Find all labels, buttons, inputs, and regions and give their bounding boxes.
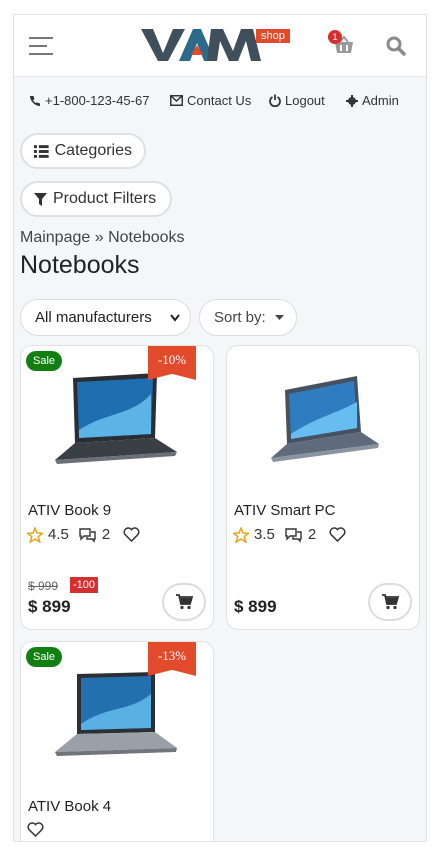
info-bar: +1-800-123-45-67 Contact Us Logout Admin	[29, 93, 419, 113]
rating-row: 4.5 2	[27, 526, 140, 543]
old-price: $ 999	[28, 579, 59, 593]
product-card[interactable]: Sale -10% ATIV Book 9 4.5 2 $ 999 -100 $…	[20, 345, 214, 630]
sort-label: Sort by:	[214, 309, 266, 326]
product-filters-button[interactable]: Product Filters	[20, 181, 172, 217]
cart-icon[interactable]: 1	[328, 30, 356, 57]
filter-icon	[34, 192, 47, 206]
comments-icon	[285, 527, 302, 543]
star-icon	[233, 526, 249, 543]
product-image[interactable]	[51, 668, 181, 763]
savings-tag: -100	[70, 577, 99, 593]
cart-icon	[175, 594, 193, 610]
rating-value: 4.5	[48, 526, 69, 543]
logo[interactable]: shop	[141, 27, 291, 67]
envelope-icon	[170, 95, 183, 106]
sale-badge: Sale	[26, 351, 63, 371]
categories-label: Categories	[54, 142, 132, 159]
product-name[interactable]: ATIV Smart PC	[234, 502, 335, 519]
manufacturer-select-value: All manufacturers	[35, 309, 152, 326]
rating-value: 3.5	[254, 526, 275, 543]
product-filters-label: Product Filters	[53, 190, 157, 207]
heart-icon[interactable]	[123, 527, 140, 542]
logo-mark	[141, 29, 261, 61]
product-card[interactable]: Sale -13% ATIV Book 4	[20, 641, 214, 841]
search-icon[interactable]	[385, 35, 407, 57]
logout-link[interactable]: Logout	[269, 93, 325, 108]
admin-label: Admin	[362, 93, 399, 108]
categories-button[interactable]: Categories	[20, 133, 146, 169]
gear-icon	[346, 94, 358, 107]
rating-row	[27, 822, 44, 837]
list-icon	[34, 144, 49, 158]
contact-link[interactable]: Contact Us	[170, 93, 251, 108]
product-image[interactable]	[51, 372, 181, 467]
sale-badge: Sale	[26, 647, 63, 667]
comments-icon	[79, 527, 96, 543]
product-name[interactable]: ATIV Book 9	[28, 502, 111, 519]
comments-count: 2	[307, 526, 317, 543]
phone-icon	[30, 95, 40, 106]
heart-icon[interactable]	[27, 822, 44, 837]
top-navbar: shop 1	[14, 15, 426, 77]
add-to-cart-button[interactable]	[162, 583, 206, 621]
comments-count: 2	[101, 526, 111, 543]
logout-label: Logout	[285, 93, 325, 108]
page-title: Notebooks	[20, 251, 140, 279]
cart-icon	[381, 594, 399, 610]
add-to-cart-button[interactable]	[368, 583, 412, 621]
admin-link[interactable]: Admin	[346, 93, 399, 108]
product-card[interactable]: ATIV Smart PC 3.5 2 $ 899	[226, 345, 420, 630]
rating-row: 3.5 2	[233, 526, 346, 543]
sort-dropdown[interactable]: Sort by:	[199, 299, 297, 336]
app-frame: shop 1 +1-800-123-45-67 Contact Us Logou…	[13, 14, 427, 842]
star-icon	[27, 526, 43, 543]
logo-shop-tag: shop	[256, 29, 290, 43]
contact-label: Contact Us	[187, 93, 252, 108]
power-icon	[269, 94, 281, 107]
product-price: $ 899	[28, 597, 71, 616]
heart-icon[interactable]	[329, 527, 346, 542]
cart-count-badge: 1	[328, 30, 342, 44]
chevron-down-icon	[170, 314, 180, 322]
manufacturer-select[interactable]: All manufacturers	[20, 299, 191, 336]
product-price: $ 899	[234, 597, 277, 616]
phone-link[interactable]: +1-800-123-45-67	[29, 93, 149, 108]
product-image[interactable]	[257, 372, 387, 467]
breadcrumb[interactable]: Mainpage » Notebooks	[20, 229, 185, 247]
menu-icon[interactable]	[29, 37, 53, 55]
caret-down-icon	[275, 315, 284, 320]
phone-number: +1-800-123-45-67	[45, 93, 150, 108]
product-name[interactable]: ATIV Book 4	[28, 798, 111, 815]
